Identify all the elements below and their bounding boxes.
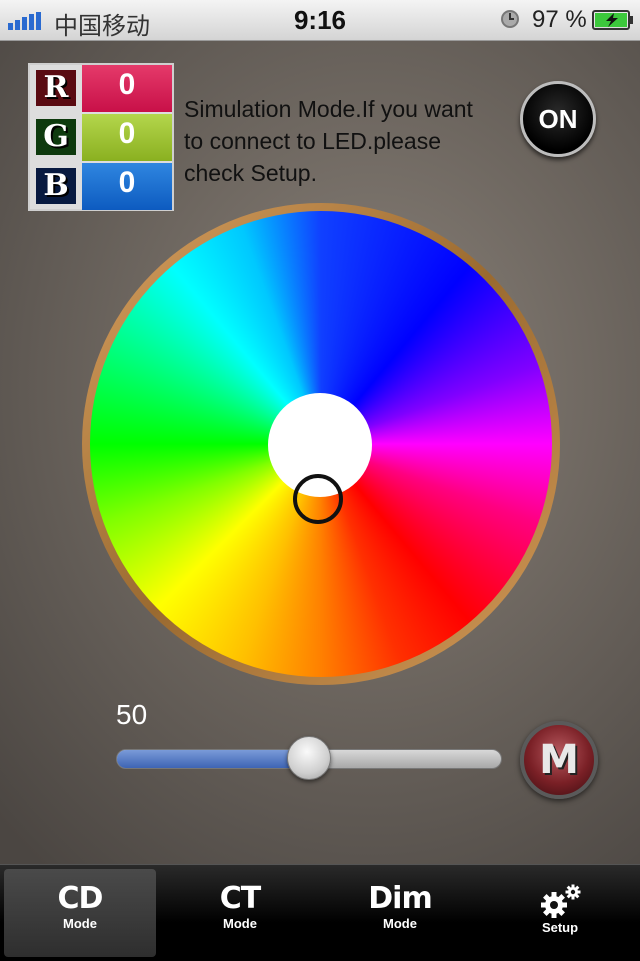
tab-cd-title: CD	[57, 881, 104, 916]
tab-dim-mode[interactable]: Dim Mode	[324, 869, 476, 957]
tab-ct-title: CT	[219, 881, 261, 916]
blue-label: B	[34, 166, 78, 206]
power-on-button[interactable]: ON	[520, 81, 596, 157]
green-value: 0	[82, 114, 172, 161]
status-bar: 中国移动 9:16 97 %	[0, 0, 640, 41]
tab-cd-mode[interactable]: CD Mode	[4, 869, 156, 957]
tab-dim-subtitle: Mode	[383, 916, 417, 931]
color-picker-handle[interactable]	[293, 474, 343, 524]
memory-mode-button[interactable]: M	[520, 721, 598, 799]
simulation-message: Simulation Mode.If you want to connect t…	[184, 96, 473, 186]
alarm-clock-icon	[501, 10, 519, 28]
main-panel: R 0 G 0 B 0 Simulation Mode.If you want …	[0, 41, 640, 864]
red-row: R 0	[30, 65, 172, 112]
battery-charging-icon	[592, 10, 633, 30]
green-row: G 0	[30, 114, 172, 161]
rgb-readout: R 0 G 0 B 0	[28, 63, 174, 211]
tab-dim-title: Dim	[368, 881, 432, 916]
tab-bar: CD Mode CT Mode Dim Mode Setup	[0, 864, 640, 961]
brightness-slider-fill	[117, 750, 310, 768]
tab-cd-subtitle: Mode	[63, 916, 97, 931]
brightness-value: 50	[116, 699, 148, 730]
green-label: G	[34, 117, 78, 157]
tab-setup[interactable]: Setup	[484, 869, 636, 957]
tab-setup-label: Setup	[541, 920, 579, 935]
tab-ct-mode[interactable]: CT Mode	[164, 869, 316, 957]
red-value: 0	[82, 65, 172, 112]
red-label: R	[34, 68, 78, 108]
tab-ct-subtitle: Mode	[223, 916, 257, 931]
battery-percent: 97 %	[532, 6, 587, 33]
gear-icon	[541, 884, 581, 918]
blue-row: B 0	[30, 163, 172, 210]
brightness-slider-thumb[interactable]	[287, 736, 331, 780]
blue-value: 0	[82, 163, 172, 210]
